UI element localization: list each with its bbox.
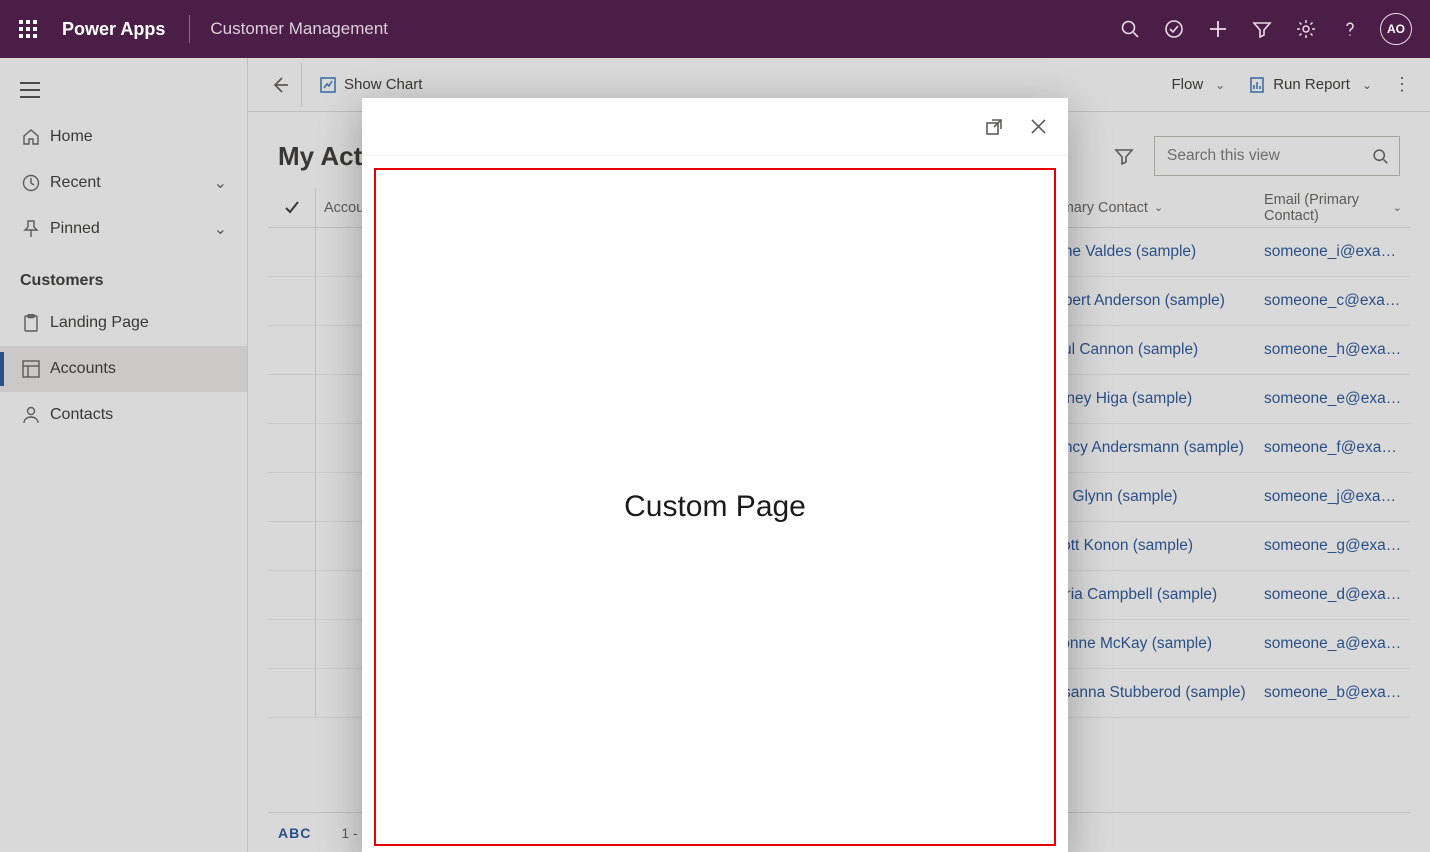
- help-icon[interactable]: [1328, 7, 1372, 51]
- filter-icon[interactable]: [1240, 7, 1284, 51]
- waffle-icon[interactable]: [10, 11, 46, 47]
- task-icon[interactable]: [1152, 7, 1196, 51]
- app-body: Home Recent Pinned Customers Landing Pag…: [0, 58, 1430, 852]
- popout-button[interactable]: [976, 109, 1012, 145]
- avatar[interactable]: AO: [1380, 13, 1412, 45]
- gear-icon[interactable]: [1284, 7, 1328, 51]
- custom-page-title: Custom Page: [624, 490, 806, 524]
- brand-label: Power Apps: [46, 19, 189, 40]
- add-icon[interactable]: [1196, 7, 1240, 51]
- dialog-header: [362, 98, 1068, 156]
- custom-page-dialog: Custom Page: [362, 98, 1068, 852]
- custom-page-frame: Custom Page: [374, 168, 1056, 846]
- close-button[interactable]: [1020, 109, 1056, 145]
- global-header: Power Apps Customer Management AO: [0, 0, 1430, 58]
- search-icon[interactable]: [1108, 7, 1152, 51]
- app-name-label: Customer Management: [190, 19, 388, 39]
- dialog-body: Custom Page: [362, 156, 1068, 852]
